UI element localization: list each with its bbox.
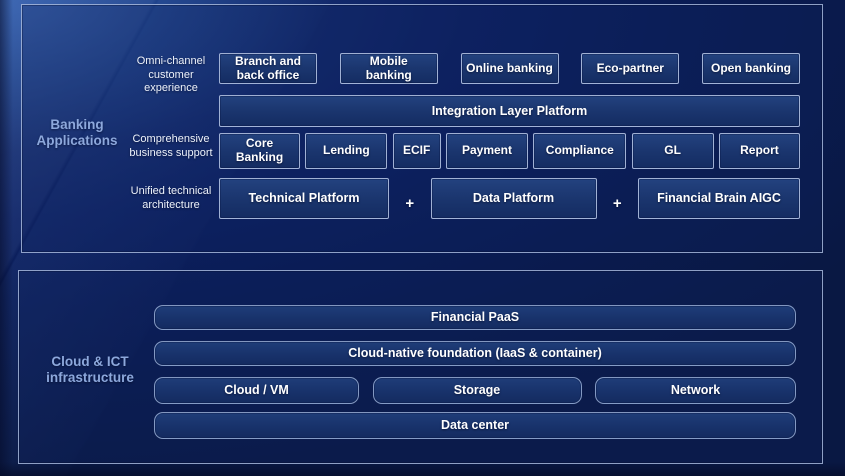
infrastructure-resources-row: Cloud / VM Storage Network (154, 377, 796, 404)
unified-architecture-row: Technical Platform + Data Platform + Fin… (219, 178, 800, 219)
box-mobile-banking: Mobile banking (340, 53, 438, 84)
box-network: Network (595, 377, 796, 404)
omni-channel-row: Branch and back office Mobile banking On… (219, 53, 800, 84)
box-ecif: ECIF (393, 133, 441, 169)
box-technical-platform: Technical Platform (219, 178, 389, 219)
box-cloud-native-foundation: Cloud-native foundation (IaaS & containe… (154, 341, 796, 366)
box-storage: Storage (373, 377, 582, 404)
box-integration-layer-platform: Integration Layer Platform (219, 95, 800, 127)
plus-separator-1: + (389, 178, 431, 219)
box-financial-brain-aigc: Financial Brain AIGC (638, 178, 800, 219)
cloud-ict-title: Cloud & ICT infrastructure (30, 354, 150, 385)
box-cloud-vm: Cloud / VM (154, 377, 359, 404)
box-compliance: Compliance (533, 133, 626, 169)
box-eco-partner: Eco-partner (581, 53, 679, 84)
box-financial-paas: Financial PaaS (154, 305, 796, 330)
box-core-banking: Core Banking (219, 133, 300, 169)
box-open-banking: Open banking (702, 53, 800, 84)
box-gl: GL (632, 133, 714, 169)
box-report: Report (719, 133, 800, 169)
plus-separator-2: + (597, 178, 639, 219)
box-payment: Payment (446, 133, 528, 169)
box-data-platform: Data Platform (431, 178, 597, 219)
integration-layer-row: Integration Layer Platform (219, 95, 800, 127)
box-branch-and-back-office: Branch and back office (219, 53, 317, 84)
banking-applications-panel: Banking Applications Omni-channel custom… (21, 4, 823, 253)
business-support-row: Core Banking Lending ECIF Payment Compli… (219, 133, 800, 169)
box-data-center: Data center (154, 412, 796, 439)
box-online-banking: Online banking (461, 53, 559, 84)
box-lending: Lending (305, 133, 387, 169)
slide-canvas: Banking Applications Omni-channel custom… (0, 0, 845, 476)
cloud-ict-panel: Cloud & ICT infrastructure Financial Paa… (18, 270, 823, 464)
